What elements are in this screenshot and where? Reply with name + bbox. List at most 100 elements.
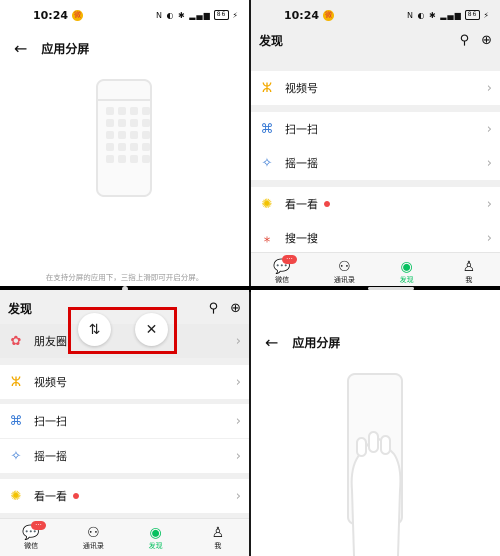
shake-icon: ✧ [261,155,273,171]
list-item-search[interactable]: ⁎ 搜一搜 › [251,221,500,255]
status-icons: N ◐ ✱ ▂▄▆ 86 ⚡ [406,10,490,20]
search-spark-icon: ⁎ [263,230,271,246]
discover-title: 发现 [259,33,284,48]
list-item-channels[interactable]: ⵣ 视频号 › [0,365,249,399]
top-stories-icon: ✺ [10,488,22,504]
page-header: ← 应用分屏 [251,332,500,352]
bottom-tab-bar: 💬 ··· 微信 ⚇ 通讯录 ◉ 发现 ♙ 我 [0,518,249,556]
unread-badge: ··· [282,255,297,264]
discover-title: 发现 [8,301,33,316]
back-arrow-icon[interactable]: ← [14,39,27,58]
tab-discover[interactable]: ◉ 发现 [125,519,187,556]
tab-label: 通讯录 [333,275,355,284]
scan-icon: ⌘ [9,413,23,429]
tab-chats[interactable]: 💬 ··· 微信 [251,253,313,290]
tab-label: 我 [214,541,222,550]
person-icon: ♙ [462,258,476,275]
list-item-label: 搜一搜 [285,232,318,245]
close-split-button[interactable]: ✕ [135,313,168,346]
chevron-right-icon: › [235,413,241,429]
list-item-label: 摇一摇 [285,157,318,170]
phone-illustration [96,79,152,197]
top-stories-icon: ✺ [261,196,273,212]
status-time: 10:24 [284,8,320,22]
chevron-right-icon: › [235,374,241,390]
page-title: 应用分屏 [41,41,90,56]
swap-windows-button[interactable]: ⇅ [78,313,111,346]
page-title: 应用分屏 [292,335,341,350]
channels-icon: ⵣ [261,80,273,96]
channels-icon: ⵣ [10,374,22,390]
chevron-right-icon: › [486,80,492,96]
three-finger-swipe-illustration [347,373,403,556]
weibo-notification-icon: 微 [72,9,84,21]
list-item-label: 朋友圈 [34,335,67,348]
tab-label: 微信 [275,275,290,284]
status-time: 10:24 [33,8,69,22]
tab-contacts[interactable]: ⚇ 通讯录 [62,519,124,556]
tab-chats[interactable]: 💬 ··· 微信 [0,519,62,556]
discover-header: 发现 ⚲ ⊕ [251,26,500,54]
add-icon[interactable]: ⊕ [230,301,241,316]
unread-badge: ··· [31,521,46,530]
shake-icon: ✧ [10,448,22,464]
tab-label: 微信 [24,541,39,550]
list-item-label: 扫一扫 [285,123,318,136]
list-item-label: 视频号 [285,82,318,95]
split-screen-hint: 在支持分屏的应用下，三指上滑即可开启分屏。 [45,273,204,282]
wechat-discover-panel-bottom: 发现 ⚲ ⊕ ✿ 朋友圈 › ⵣ 视频号 › ⌘ 扫一扫 › ✧ 摇一摇 › ✺… [0,290,249,556]
list-item-scan[interactable]: ⌘ 扫一扫 › [251,112,500,146]
list-item-top-stories[interactable]: ✺ 看一看 › [251,187,500,221]
tab-label: 发现 [148,541,163,550]
bottom-tab-bar: 💬 ··· 微信 ⚇ 通讯录 ◉ 发现 ♙ 我 [251,252,500,290]
status-bar: 10:24 微 N ◐ ✱ ▂▄▆ 86 ⚡ [0,0,249,30]
tab-discover[interactable]: ◉ 发现 [376,253,438,290]
wechat-discover-panel-top: 10:24 微 N ◐ ✱ ▂▄▆ 86 ⚡ 发现 ⚲ ⊕ ⵣ 视频号 › ⌘ 扫… [251,0,500,290]
chevron-right-icon: › [486,196,492,212]
tab-label: 通讯录 [82,541,104,550]
moments-icon: ✿ [10,333,22,349]
new-dot [324,201,330,207]
chevron-right-icon: › [235,488,241,504]
list-item-shake[interactable]: ✧ 摇一摇 › [251,146,500,180]
list-item-top-stories[interactable]: ✺ 看一看 › [0,479,249,513]
tab-me[interactable]: ♙ 我 [187,519,249,556]
compass-icon: ◉ [400,258,413,275]
list-item-shake[interactable]: ✧ 摇一摇 › [0,439,249,473]
list-item-scan[interactable]: ⌘ 扫一扫 › [0,404,249,438]
close-icon: ✕ [145,321,158,338]
chevron-right-icon: › [235,333,241,349]
tab-label: 发现 [399,275,414,284]
add-icon[interactable]: ⊕ [481,33,492,48]
split-screen-guide-panel: 10:24 微 N ◐ ✱ ▂▄▆ 86 ⚡ ← 应用分屏 在支持分屏的应用下，三… [0,0,249,290]
search-icon[interactable]: ⚲ [209,301,219,316]
chevron-right-icon: › [235,448,241,464]
tab-me[interactable]: ♙ 我 [438,253,500,290]
battery-icon: 86 [464,10,481,20]
contacts-icon: ⚇ [338,258,351,275]
list-item-channels[interactable]: ⵣ 视频号 › [251,71,500,105]
scan-icon: ⌘ [260,121,274,137]
chevron-right-icon: › [486,121,492,137]
battery-icon: 86 [213,10,230,20]
list-item-label: 视频号 [34,376,67,389]
list-item-label: 摇一摇 [34,450,67,463]
chevron-right-icon: › [486,155,492,171]
chevron-right-icon: › [486,230,492,246]
new-dot [73,493,79,499]
back-arrow-icon[interactable]: ← [265,333,278,352]
weibo-notification-icon: 微 [323,9,335,21]
status-icons: N ◐ ✱ ▂▄▆ 86 ⚡ [155,10,239,20]
tab-contacts[interactable]: ⚇ 通讯录 [313,253,375,290]
person-icon: ♙ [211,524,225,541]
search-icon[interactable]: ⚲ [460,33,470,48]
split-screen-guide-panel-2: ← 应用分屏 [251,290,500,556]
page-header: ← 应用分屏 [0,38,249,58]
compass-icon: ◉ [149,524,162,541]
tab-label: 我 [465,275,473,284]
swap-icon: ⇅ [88,321,101,338]
list-item-label: 看一看 [285,198,318,211]
contacts-icon: ⚇ [87,524,100,541]
list-item-label: 扫一扫 [34,415,67,428]
list-item-label: 看一看 [34,490,67,503]
